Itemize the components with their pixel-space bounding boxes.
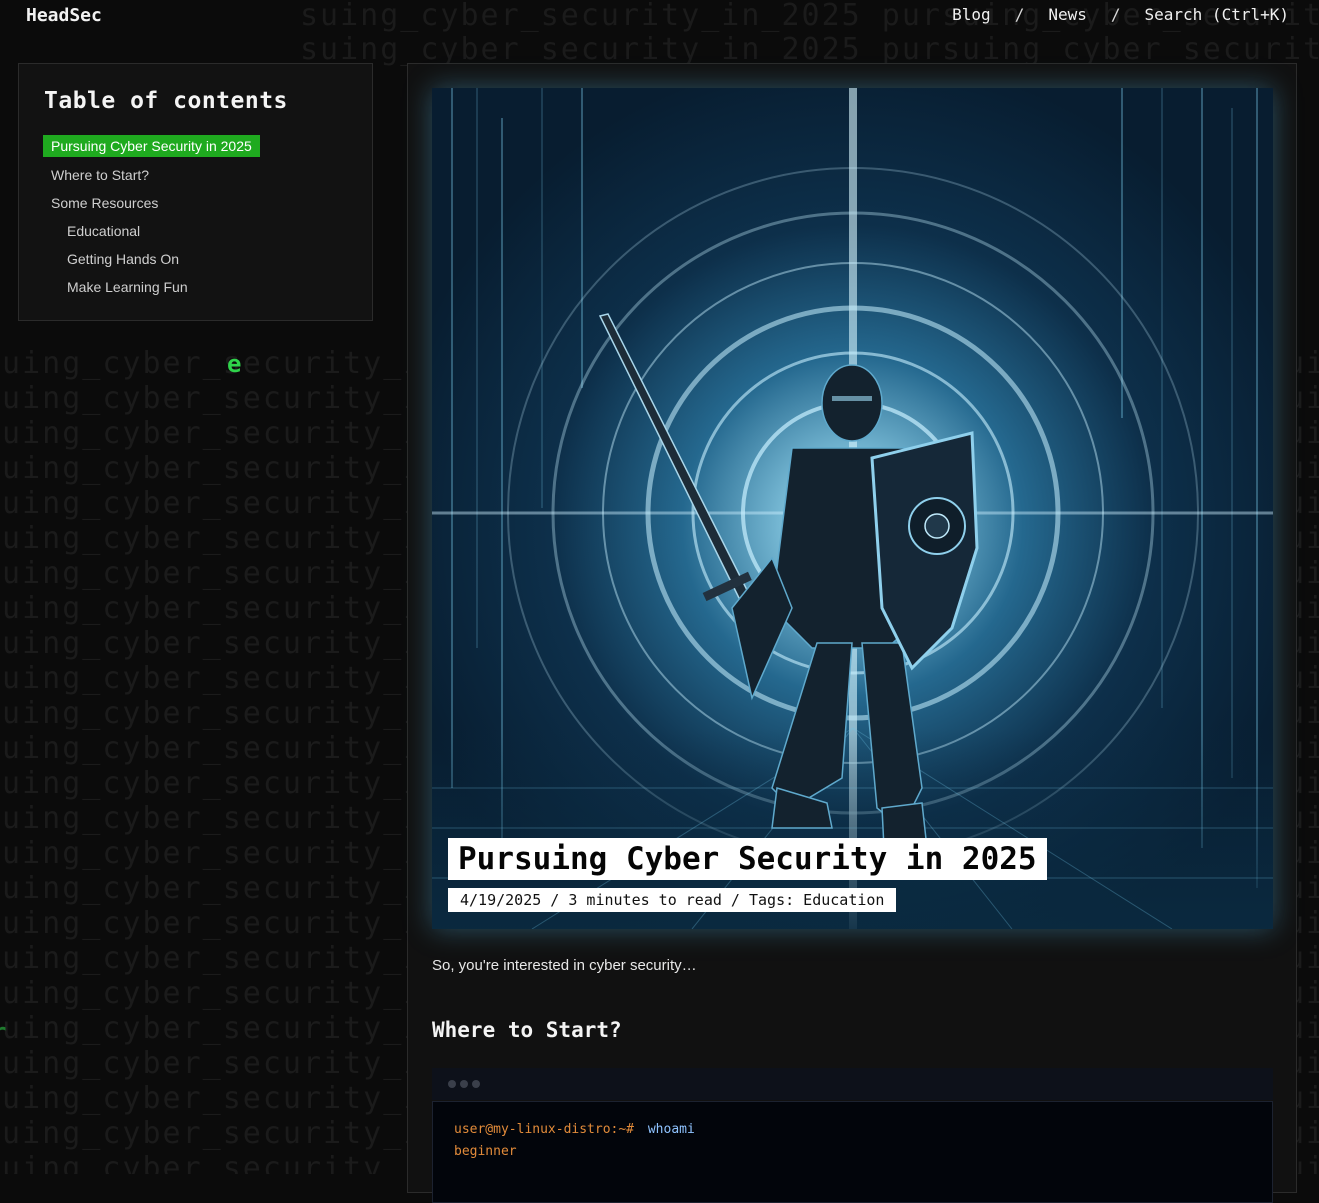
terminal-code-block: user@my-linux-distro:~# whoami beginner [432,1068,1273,1203]
top-navigation: HeadSec Blog / News / Search (Ctrl+K) [0,0,1319,30]
rain-glyph-edge: r [0,1018,6,1046]
window-dot-icon [472,1080,480,1088]
article-meta: 4/19/2025 / 3 minutes to read / Tags: Ed… [448,888,897,912]
nav-separator: / [1014,5,1025,24]
terminal-prompt: user@my-linux-distro:~# [454,1122,635,1137]
toc-item-pursuing-cyber-security[interactable]: Pursuing Cyber Security in 2025 [43,135,260,157]
toc-item-some-resources[interactable]: Some Resources [43,192,166,214]
article-title: Pursuing Cyber Security in 2025 [448,838,1047,880]
toc-item-getting-hands-on[interactable]: Getting Hands On [59,248,187,270]
rain-glyph: e [227,350,242,378]
toc-item-where-to-start[interactable]: Where to Start? [43,164,157,186]
knight-portal-illustration [432,88,1273,929]
terminal-output-line: beginner [454,1144,517,1159]
window-dot-icon [460,1080,468,1088]
rain-line: suing_cyber_security_in_2025 pursuing_cy… [300,32,1319,67]
nav-search-button[interactable]: Search (Ctrl+K) [1145,5,1290,24]
terminal-output: beginner [454,1144,517,1159]
toc-item-educational[interactable]: Educational [59,220,148,242]
terminal-line: user@my-linux-distro:~# whoami [454,1122,695,1137]
article-intro: So, you're interested in cyber security… [432,957,697,974]
terminal-title-bar [432,1068,1273,1100]
nav-blog-link[interactable]: Blog [952,5,991,24]
brand-logo-link[interactable]: HeadSec [26,5,102,26]
section-heading-where-to-start: Where to Start? [432,1018,622,1042]
toc-item-make-learning-fun[interactable]: Make Learning Fun [59,276,196,298]
article-card: Pursuing Cyber Security in 2025 4/19/202… [407,63,1297,1203]
nav-news-link[interactable]: News [1048,5,1087,24]
window-dot-icon [448,1080,456,1088]
terminal-command: whoami [647,1122,695,1137]
hero-image: Pursuing Cyber Security in 2025 4/19/202… [432,88,1273,929]
toc-title: Table of contents [44,88,288,114]
table-of-contents: Table of contents Pursuing Cyber Securit… [18,63,373,321]
terminal-body[interactable]: user@my-linux-distro:~# whoami beginner [432,1101,1273,1203]
nav-separator: / [1110,5,1121,24]
main-nav: Blog / News / Search (Ctrl+K) [952,5,1289,24]
